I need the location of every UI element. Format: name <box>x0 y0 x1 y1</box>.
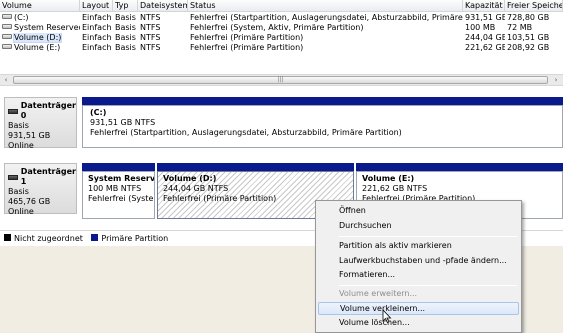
partition-title: (C:) <box>90 108 107 117</box>
partition-size: 221,62 GB NTFS <box>362 184 428 193</box>
layout-cell: Einfach <box>82 43 112 52</box>
free-space-cell: 72 MB <box>507 23 533 32</box>
layout-cell: Einfach <box>82 33 112 42</box>
free-space-cell: 728,80 GB <box>507 13 550 22</box>
capacity-cell: 244,04 GB <box>465 33 505 42</box>
drive-icon <box>2 44 12 49</box>
column-header-type[interactable]: Typ <box>113 0 138 12</box>
partition-system-reserved[interactable]: System Reserved 100 MB NTFS Fehlerfrei (… <box>82 171 155 219</box>
filesystem-cell: NTFS <box>140 13 161 22</box>
status-cell: Fehlerfrei (Startpartition, Auslagerungs… <box>190 13 463 22</box>
partition-size: 100 MB NTFS <box>88 184 142 193</box>
capacity-cell: 221,62 GB <box>465 43 505 52</box>
menu-item-change-drive-letter[interactable]: Laufwerkbuchstaben und -pfade ändern... <box>318 254 519 267</box>
horizontal-scrollbar[interactable]: ‹ ||| › <box>0 74 563 86</box>
status-cell: Fehlerfrei (Primäre Partition) <box>190 43 304 52</box>
menu-item-mark-active[interactable]: Partition als aktiv markieren <box>318 239 519 252</box>
disk-state: Online <box>8 141 34 150</box>
context-menu: Öffnen Durchsuchen Partition als aktiv m… <box>315 200 522 333</box>
type-cell: Basis <box>115 23 136 32</box>
disk-0-label[interactable]: Datenträger 0 Basis 931,51 GB Online <box>4 97 77 150</box>
column-header-filesystem[interactable]: Dateisystem <box>138 0 188 12</box>
column-header-status[interactable]: Status <box>188 0 463 12</box>
partition-size: 931,51 GB NTFS <box>90 118 156 127</box>
primary-partition-bar <box>157 163 354 171</box>
disk-size: 931,51 GB <box>8 131 51 140</box>
primary-partition-bar <box>82 97 563 105</box>
hard-disk-icon <box>8 108 18 114</box>
unallocated-swatch-icon <box>4 234 11 241</box>
disk-1-label[interactable]: Datenträger 1 Basis 465,76 GB Online <box>4 163 77 216</box>
capacity-cell: 931,51 GB <box>465 13 505 22</box>
column-header-layout[interactable]: Layout <box>80 0 113 12</box>
drive-icon <box>2 24 12 29</box>
layout-cell: Einfach <box>82 23 112 32</box>
volume-name: Volume (E:) <box>14 43 61 52</box>
primary-partition-bar <box>356 163 563 171</box>
partition-title: Volume (D:) <box>163 174 217 183</box>
legend-unallocated: Nicht zugeordnet <box>14 234 83 243</box>
layout-cell: Einfach <box>82 13 112 22</box>
filesystem-cell: NTFS <box>140 33 161 42</box>
type-cell: Basis <box>115 43 136 52</box>
mouse-cursor-icon <box>382 309 392 323</box>
menu-item-extend-volume: Volume erweitern... <box>339 289 418 298</box>
type-cell: Basis <box>115 33 136 42</box>
volume-list-header: Volume Layout Typ Dateisystem Status Kap… <box>0 0 563 12</box>
scroll-left-arrow-icon[interactable]: ‹ <box>0 75 12 86</box>
table-row[interactable]: Volume (D:) Einfach Basis NTFS Fehlerfre… <box>0 33 563 43</box>
menu-item-delete-volume[interactable]: Volume löschen... <box>318 316 519 329</box>
disk-name-row: Datenträger 1 <box>8 167 76 187</box>
capacity-cell: 100 MB <box>465 23 496 32</box>
partition-size: 244,04 GB NTFS <box>163 184 229 193</box>
table-row[interactable]: System Reserved Einfach Basis NTFS Fehle… <box>0 23 563 33</box>
volume-cell: Volume (E:) <box>0 43 80 53</box>
drive-icon <box>2 34 12 39</box>
scroll-right-arrow-icon[interactable]: › <box>550 75 562 86</box>
disk-type: Basis <box>8 121 29 130</box>
free-space-cell: 103,51 GB <box>507 33 550 42</box>
scrollbar-thumb[interactable]: ||| <box>13 76 548 84</box>
menu-item-format[interactable]: Formatieren... <box>318 268 519 281</box>
volume-cell: Volume (D:) <box>0 33 80 43</box>
partition-title: Volume (E:) <box>362 174 415 183</box>
primary-partition-bar <box>82 163 155 171</box>
disk-state: Online <box>8 207 34 216</box>
volume-name: Volume (D:) <box>12 33 63 43</box>
primary-partition-swatch-icon <box>91 234 99 241</box>
table-row[interactable]: (C:) Einfach Basis NTFS Fehlerfrei (Star… <box>0 13 563 23</box>
menu-item-explore[interactable]: Durchsuchen <box>318 219 519 232</box>
partition-status: Fehlerfrei (Startpartition, Auslagerungs… <box>90 128 402 137</box>
filesystem-cell: NTFS <box>140 23 161 32</box>
partition-status: Fehlerfrei (System, <box>88 194 154 203</box>
free-space-cell: 208,92 GB <box>507 43 550 52</box>
status-cell: Fehlerfrei (Primäre Partition) <box>190 33 304 42</box>
menu-item-shrink-volume[interactable]: Volume verkleinern... <box>318 302 519 315</box>
menu-separator <box>339 236 517 237</box>
disk-name-row: Datenträger 0 <box>8 101 76 121</box>
volume-name: System Reserved <box>14 23 80 32</box>
disk-type: Basis <box>8 187 29 196</box>
type-cell: Basis <box>115 13 136 22</box>
partition-title: System Reserved <box>88 174 155 183</box>
drive-icon <box>2 14 12 19</box>
hard-disk-icon <box>8 174 18 180</box>
column-header-volume[interactable]: Volume <box>0 0 80 12</box>
partition-c[interactable]: (C:) 931,51 GB NTFS Fehlerfrei (Startpar… <box>82 105 563 148</box>
volume-cell: System Reserved <box>0 23 80 33</box>
menu-separator <box>339 285 517 286</box>
menu-item-open[interactable]: Öffnen <box>318 204 519 217</box>
volume-name: (C:) <box>14 13 29 22</box>
column-header-capacity[interactable]: Kapazität <box>463 0 505 12</box>
disk-name: Datenträger 1 <box>20 167 76 186</box>
column-header-free-space[interactable]: Freier Speicher <box>505 0 563 12</box>
filesystem-cell: NTFS <box>140 43 161 52</box>
legend-primary: Primäre Partition <box>101 234 169 243</box>
volume-cell: (C:) <box>0 13 80 23</box>
status-cell: Fehlerfrei (System, Aktiv, Primäre Parti… <box>190 23 364 32</box>
volume-list: Volume Layout Typ Dateisystem Status Kap… <box>0 0 563 74</box>
disk-size: 465,76 GB <box>8 197 51 206</box>
table-row[interactable]: Volume (E:) Einfach Basis NTFS Fehlerfre… <box>0 43 563 53</box>
disk-name: Datenträger 0 <box>20 101 76 120</box>
